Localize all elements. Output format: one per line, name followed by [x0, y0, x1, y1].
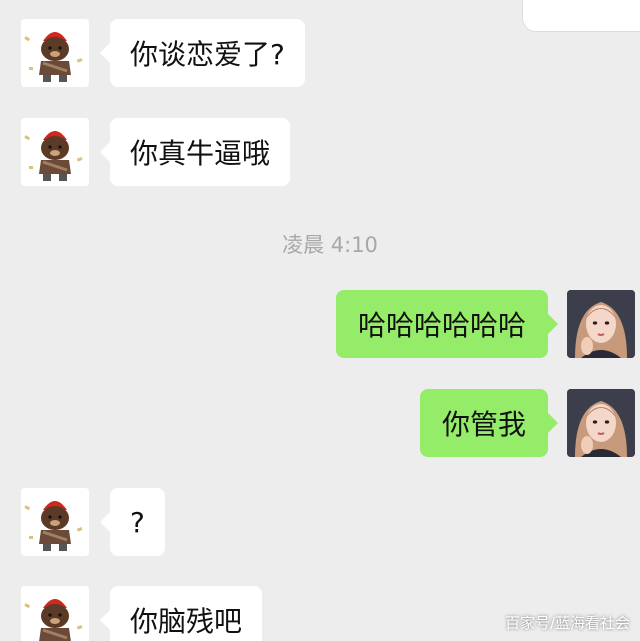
outgoing-message-bubble[interactable]: 哈哈哈哈哈哈: [335, 290, 559, 358]
incoming-message-bubble[interactable]: 你脑残吧: [99, 586, 263, 641]
contact-avatar[interactable]: [21, 488, 89, 556]
incoming-message-bubble[interactable]: 你真牛逼哦: [99, 118, 291, 186]
message-timestamp: 凌晨 4:10: [282, 233, 378, 257]
partial-top-card: [522, 0, 640, 32]
incoming-message-bubble[interactable]: ?: [100, 488, 165, 556]
message-text: 你管我: [441, 408, 526, 441]
chat-window: 你谈恋爱了? 你真牛逼哦 凌晨 4:10 哈哈哈哈哈哈 你管我 ? 你脑残吧 百…: [0, 0, 640, 641]
message-text: 你脑残吧: [130, 605, 243, 638]
incoming-message-bubble[interactable]: 你谈恋爱了?: [100, 19, 305, 87]
contact-avatar[interactable]: [21, 118, 89, 186]
watermark-text: 百家号/蓝海看社会: [504, 614, 630, 632]
message-text: 你真牛逼哦: [130, 137, 271, 170]
bear-sticker-icon: [21, 118, 89, 186]
bear-sticker-icon: [21, 488, 89, 556]
bear-sticker-icon: [21, 19, 89, 87]
girl-portrait-icon: [567, 290, 635, 358]
self-avatar[interactable]: [567, 389, 635, 457]
girl-portrait-icon: [567, 389, 635, 457]
outgoing-message-bubble[interactable]: 你管我: [419, 389, 559, 457]
message-text: 哈哈哈哈哈哈: [357, 309, 526, 342]
contact-avatar[interactable]: [21, 19, 89, 87]
self-avatar[interactable]: [567, 290, 635, 358]
bear-sticker-icon: [21, 586, 89, 641]
message-text: ?: [130, 505, 145, 539]
contact-avatar[interactable]: [21, 586, 89, 641]
message-text: 你谈恋爱了?: [130, 38, 285, 71]
